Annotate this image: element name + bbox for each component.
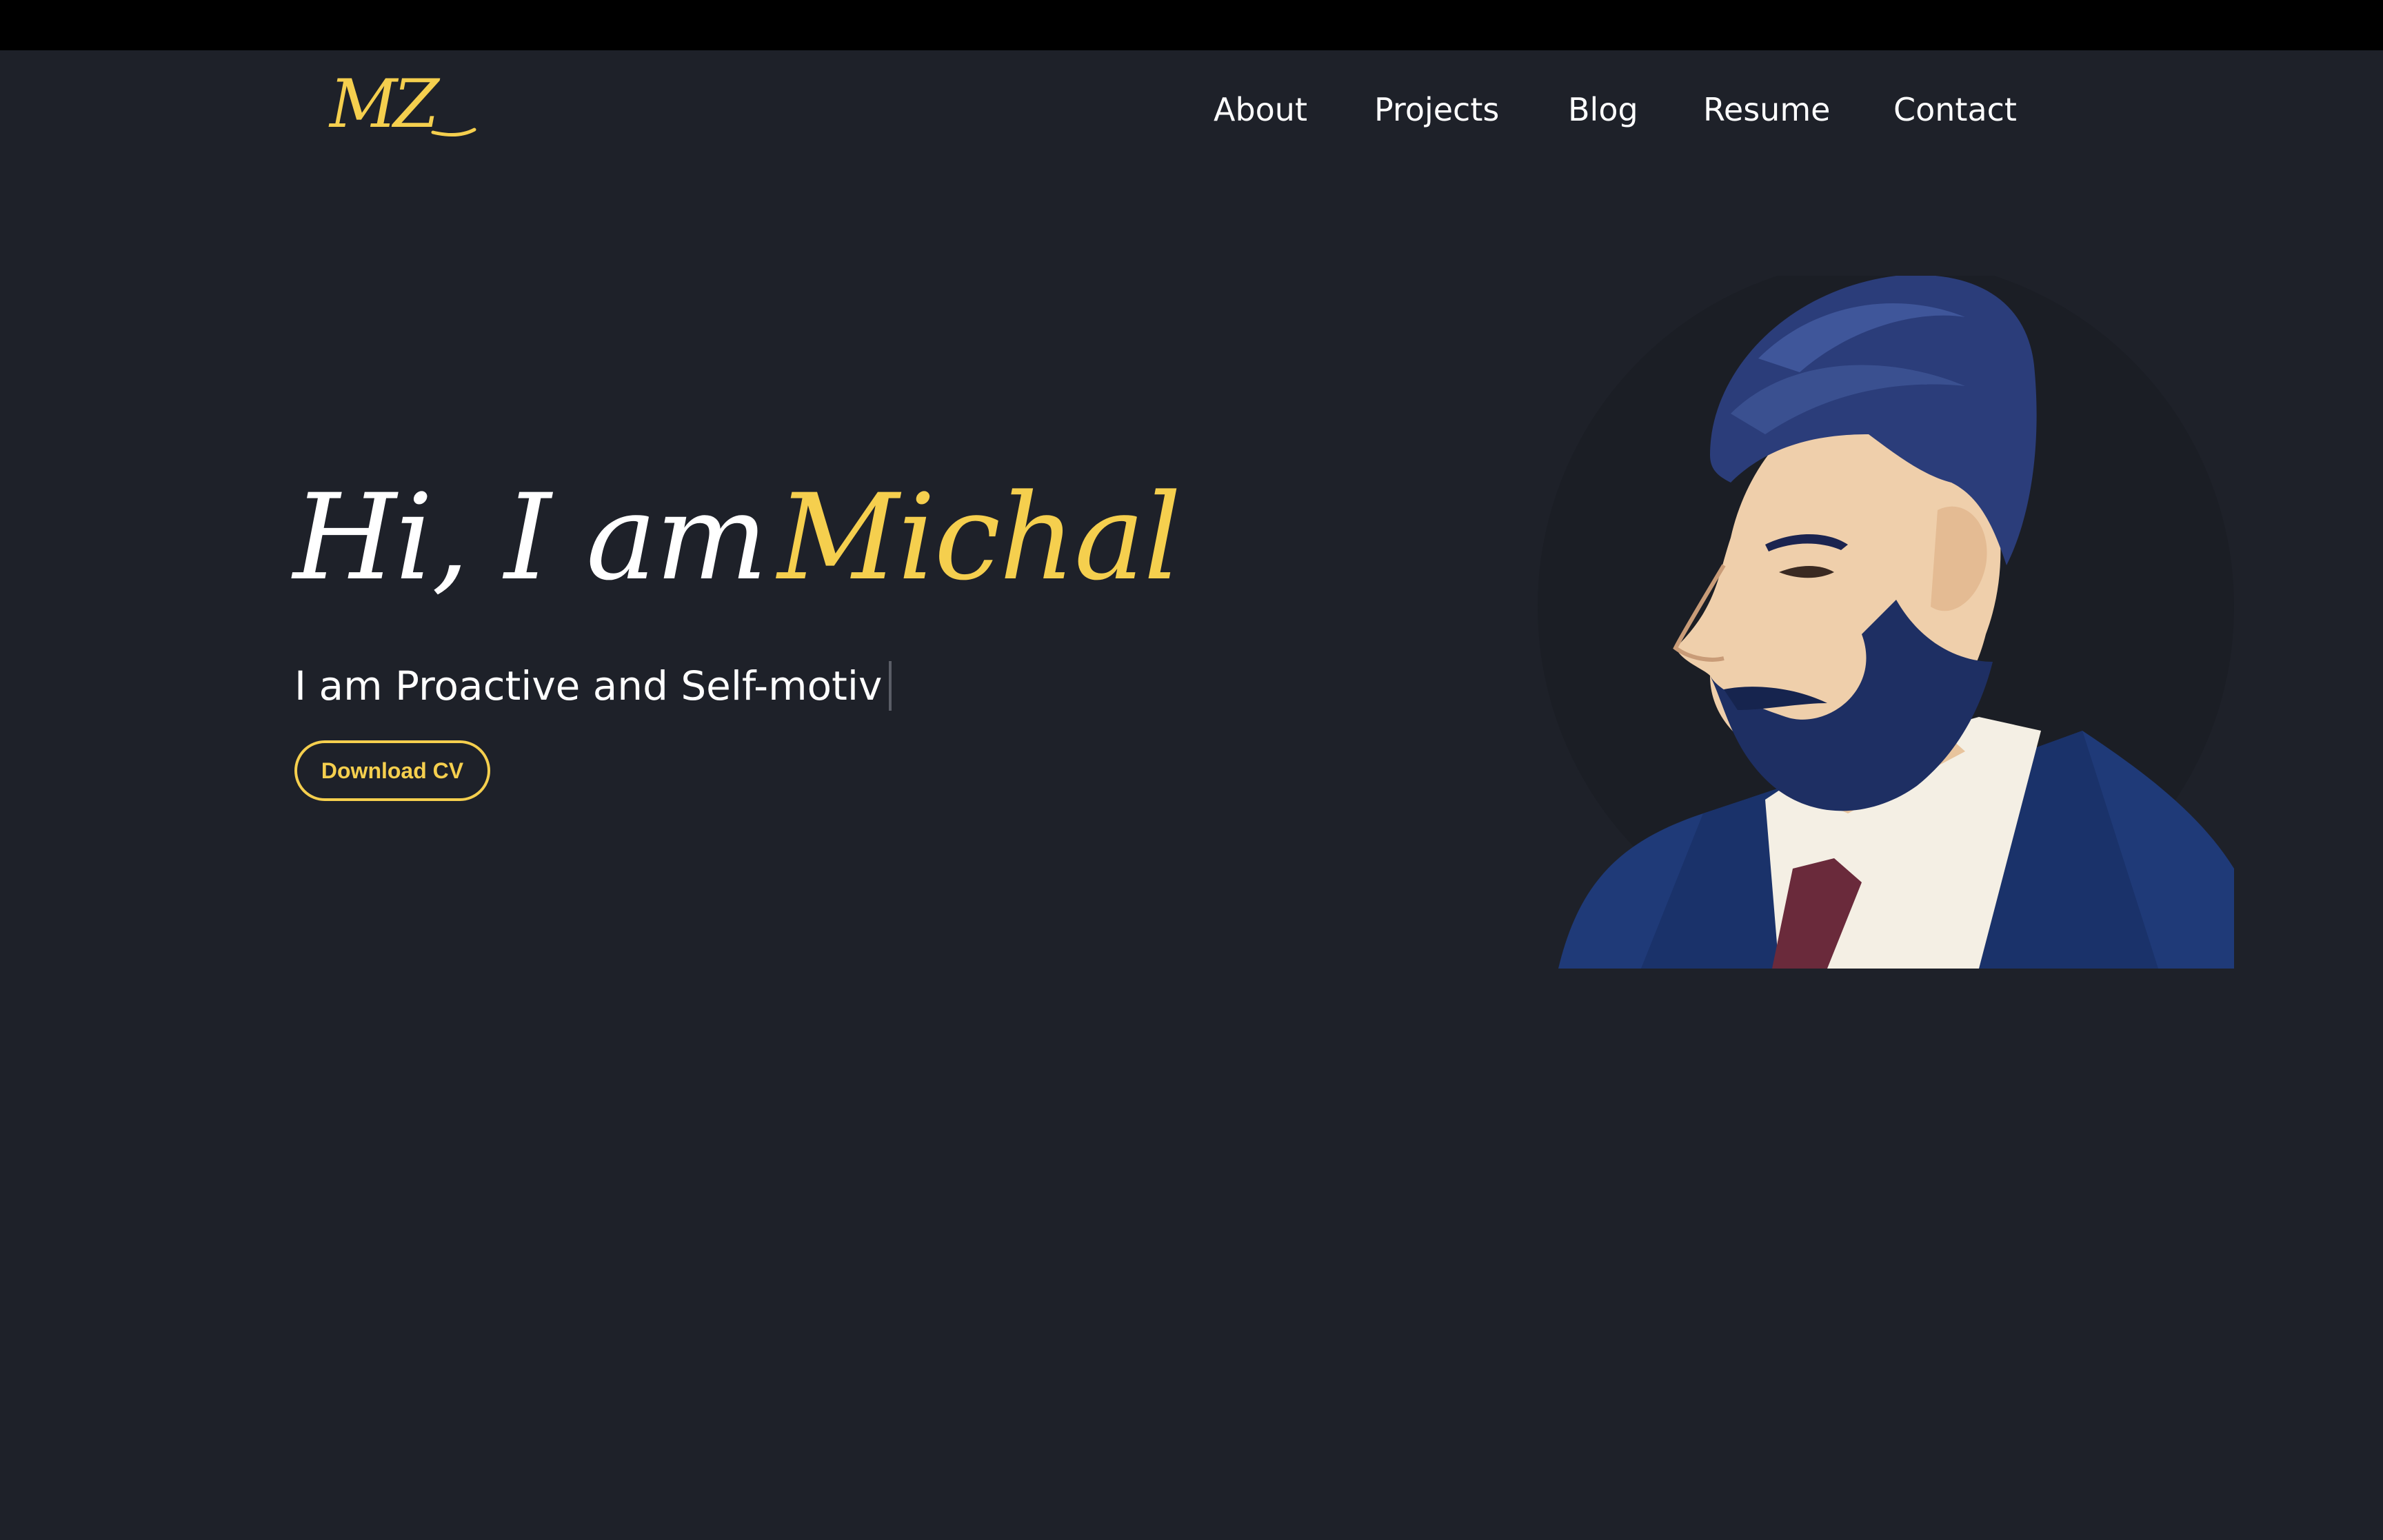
browser-top-bar	[0, 0, 2383, 50]
nav-item-contact[interactable]: Contact	[1893, 85, 2017, 134]
nav-item-blog[interactable]: Blog	[1568, 85, 1638, 134]
greeting-name: Michal	[777, 468, 1182, 607]
hero-greeting: Hi, I amMichal	[293, 468, 1182, 607]
typing-cursor	[889, 661, 892, 711]
nav-item-resume[interactable]: Resume	[1703, 85, 1830, 134]
nav-item-projects[interactable]: Projects	[1374, 85, 1499, 134]
main-nav: About Projects Blog Resume Contact	[0, 85, 2383, 134]
bearded-man-portrait-icon	[1538, 276, 2234, 969]
portrait-image	[1538, 276, 2234, 969]
download-cv-button[interactable]: Download CV	[294, 740, 490, 801]
hero-subtitle: I am Proactive and Self-motiv	[294, 658, 892, 713]
subtitle-text: I am Proactive and Self-motiv	[294, 662, 883, 709]
greeting-prefix: Hi, I am	[293, 468, 768, 607]
nav-item-about[interactable]: About	[1214, 85, 1307, 134]
